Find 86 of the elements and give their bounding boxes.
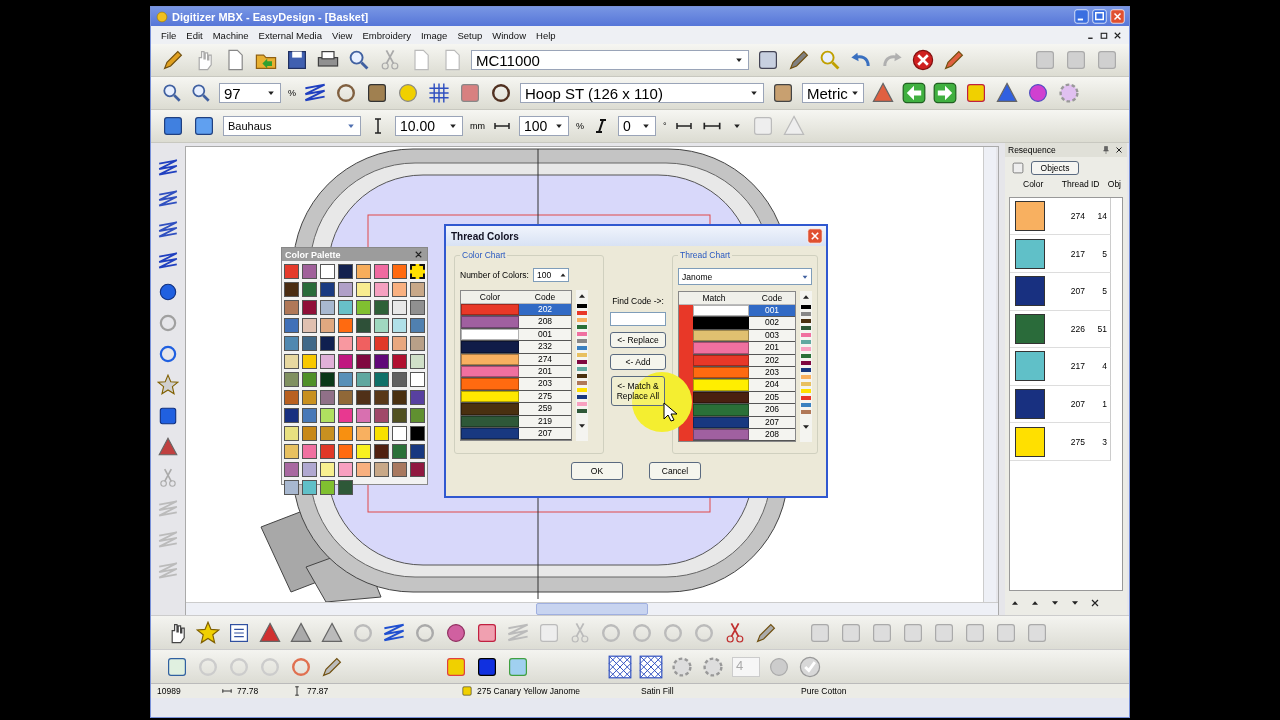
action-button[interactable]: <- Add [610, 354, 666, 370]
object-count: 5 [1101, 248, 1107, 259]
code-cell[interactable]: 206 [749, 404, 795, 416]
panel-title: Resequence [1008, 144, 1056, 155]
code-cell[interactable]: 202 [519, 304, 571, 316]
zoom-dropdown[interactable]: 97 [219, 83, 281, 103]
thread-row[interactable]: 217 4 [1010, 348, 1111, 386]
menu-item[interactable]: External Media [254, 28, 326, 42]
ok-button[interactable]: OK [571, 462, 623, 480]
column-header[interactable]: Code [519, 291, 571, 303]
cancel-button[interactable]: Cancel [649, 462, 701, 480]
angle-dropdown[interactable]: 0 [618, 116, 656, 136]
thread-row[interactable]: 217 5 [1010, 235, 1111, 273]
thread-id: 226 [1069, 323, 1085, 334]
thread-id: 217 [1069, 248, 1085, 259]
column-header[interactable]: Color [461, 291, 519, 303]
code-cell[interactable]: 201 [749, 342, 795, 354]
fill-type: Satin Fill [641, 686, 675, 696]
column-header: Color [1023, 178, 1045, 189]
machine-dropdown[interactable]: MC11000 [471, 50, 749, 70]
fabric-type: Pure Cotton [801, 686, 847, 696]
code-cell[interactable]: 203 [519, 378, 571, 390]
zoom-unit: % [288, 88, 296, 98]
menu-item[interactable]: Edit [182, 28, 207, 42]
object-count: 1 [1101, 399, 1107, 410]
code-cell[interactable]: 259 [519, 403, 571, 415]
object-count: 5 [1101, 286, 1107, 297]
find-label: Find Code ->: [612, 296, 664, 306]
menu-item[interactable]: View [328, 28, 357, 42]
menu-item[interactable]: File [157, 28, 181, 42]
column-header[interactable]: Code [749, 292, 795, 304]
group-label: Color Chart [461, 250, 507, 260]
thread-id: 275 [1069, 436, 1085, 447]
design-width: 77.78 [237, 686, 260, 696]
thread-id: 207 [1069, 286, 1085, 297]
height-unit: mm [470, 121, 485, 131]
thread-name: 275 Canary Yellow Janome [477, 686, 581, 696]
code-cell[interactable]: 002 [749, 317, 795, 329]
hoop-dropdown[interactable]: Hoop ST (126 x 110) [520, 83, 764, 103]
column-header: Obj [1107, 178, 1121, 189]
code-cell[interactable]: 001 [749, 305, 795, 317]
menu-item[interactable]: Machine [208, 28, 253, 42]
thread-row[interactable]: 274 14 [1010, 197, 1111, 236]
object-count: 14 [1096, 211, 1107, 222]
code-cell[interactable]: 219 [519, 415, 571, 427]
menu-item[interactable]: Image [417, 28, 452, 42]
group-label: Thread Chart [679, 250, 732, 260]
action-button[interactable]: <- Replace [610, 332, 666, 348]
menu-item[interactable]: Help [532, 28, 560, 42]
menu-item[interactable]: Window [488, 28, 530, 42]
angle-unit: ° [663, 121, 667, 131]
thread-row[interactable]: 275 3 [1010, 423, 1111, 461]
width-dropdown[interactable]: 100 [519, 116, 569, 136]
action-button[interactable]: <- Match & Replace All [611, 376, 665, 406]
object-count: 3 [1101, 436, 1107, 447]
units-dropdown[interactable]: Metric [802, 83, 864, 103]
column-header: Thread ID [1061, 178, 1101, 189]
menu-item[interactable]: Setup [453, 28, 487, 42]
colors-count-spinner[interactable]: 100 [532, 268, 569, 282]
font-dropdown[interactable]: Bauhaus [223, 116, 361, 136]
field-label: Number of Colors: [460, 270, 529, 280]
code-cell[interactable]: 232 [519, 341, 571, 353]
menu-item[interactable]: Embroidery [358, 28, 415, 42]
thread-row[interactable]: 207 1 [1010, 385, 1111, 424]
window-title: Digitizer MBX - EasyDesign - [Basket] [172, 10, 369, 23]
column-header[interactable]: Match [679, 292, 749, 304]
width-unit: % [576, 121, 584, 131]
code-cell[interactable]: 204 [749, 379, 795, 391]
thread-row[interactable]: 207 5 [1010, 273, 1111, 311]
code-cell[interactable]: 274 [519, 353, 571, 365]
design-height: 77.87 [307, 686, 330, 696]
code-cell[interactable]: 208 [519, 316, 571, 328]
thread-row[interactable]: 226 51 [1010, 310, 1111, 349]
brand-dropdown[interactable]: Janome [678, 268, 812, 285]
palette-title: Color Palette [285, 249, 341, 260]
thread-id: 217 [1069, 361, 1085, 372]
stitch-count: 10989 [157, 686, 182, 696]
object-count: 51 [1096, 323, 1107, 334]
code-cell[interactable]: 202 [749, 354, 795, 366]
thread-id: 207 [1069, 399, 1085, 410]
code-cell[interactable]: 207 [749, 416, 795, 428]
dialog-title: Thread Colors [451, 230, 519, 242]
thread-id: 274 [1069, 211, 1085, 222]
height-dropdown[interactable]: 10.00 [395, 116, 463, 136]
object-count: 4 [1101, 361, 1107, 372]
objects-button[interactable]: Objects [1031, 160, 1079, 175]
